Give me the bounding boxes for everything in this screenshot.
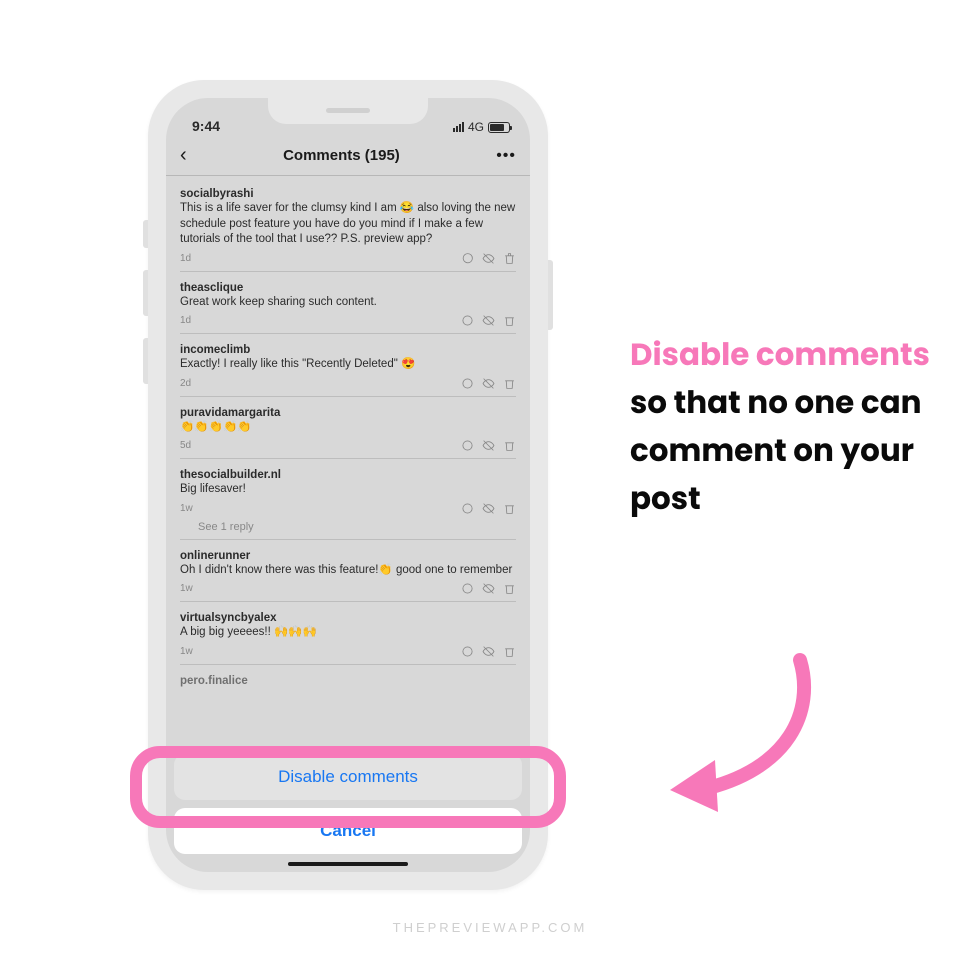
home-indicator <box>288 862 408 866</box>
comment-username[interactable]: incomeclimb <box>180 344 516 356</box>
comment-list: socialbyrashi This is a life saver for t… <box>166 176 530 691</box>
trash-icon[interactable] <box>503 439 516 452</box>
hide-icon[interactable] <box>482 377 495 390</box>
hide-icon[interactable] <box>482 645 495 658</box>
reply-icon[interactable] <box>461 377 474 390</box>
callout-pink: Disable comments <box>630 332 930 376</box>
reply-icon[interactable] <box>461 439 474 452</box>
comment-text: A big big yeeees!! 🙌🙌🙌 <box>180 625 516 641</box>
hide-icon[interactable] <box>482 252 495 265</box>
comment-username[interactable]: virtualsyncbyalex <box>180 612 516 624</box>
comment-item: theasclique Great work keep sharing such… <box>180 276 516 339</box>
reply-icon[interactable] <box>461 314 474 327</box>
watermark: THEPREVIEWAPP.COM <box>0 920 980 935</box>
comment-username[interactable]: socialbyrashi <box>180 188 516 200</box>
comment-time: 1w <box>180 646 193 657</box>
phone-mockup: 9:44 4G ‹ Comments (195) ••• socialbyras… <box>148 80 548 890</box>
back-icon[interactable]: ‹ <box>180 144 187 167</box>
callout-rest: so that no one can comment on your post <box>630 380 922 520</box>
comment-item: puravidamargarita 👏👏👏👏👏 5d <box>180 401 516 464</box>
comment-time: 5d <box>180 440 191 451</box>
comment-text: Oh I didn't know there was this feature!… <box>180 563 516 579</box>
reply-icon[interactable] <box>461 645 474 658</box>
cancel-button[interactable]: Cancel <box>174 808 522 854</box>
phone-power-button <box>548 260 553 330</box>
comment-username[interactable]: pero.finalice <box>180 675 516 687</box>
comment-item: virtualsyncbyalex A big big yeeees!! 🙌🙌🙌… <box>180 606 516 669</box>
comment-text: Great work keep sharing such content. <box>180 295 516 311</box>
comment-text: Exactly! I really like this "Recently De… <box>180 357 516 373</box>
comment-item: socialbyrashi This is a life saver for t… <box>180 182 516 276</box>
phone-notch <box>268 98 428 124</box>
action-sheet: Disable comments Cancel <box>166 754 530 872</box>
page-title: Comments (195) <box>283 147 400 164</box>
comment-time: 2d <box>180 378 191 389</box>
hide-icon[interactable] <box>482 582 495 595</box>
trash-icon[interactable] <box>503 645 516 658</box>
battery-icon <box>488 122 510 133</box>
comment-username[interactable]: theasclique <box>180 282 516 294</box>
phone-screen: 9:44 4G ‹ Comments (195) ••• socialbyras… <box>166 98 530 872</box>
reply-icon[interactable] <box>461 252 474 265</box>
hide-icon[interactable] <box>482 314 495 327</box>
trash-icon[interactable] <box>503 377 516 390</box>
comment-text: This is a life saver for the clumsy kind… <box>180 201 516 248</box>
comment-username[interactable]: onlinerunner <box>180 550 516 562</box>
comment-item: onlinerunner Oh I didn't know there was … <box>180 544 516 607</box>
hide-icon[interactable] <box>482 439 495 452</box>
phone-side-buttons <box>143 220 148 406</box>
comment-time: 1d <box>180 315 191 326</box>
reply-icon[interactable] <box>461 582 474 595</box>
comment-item: incomeclimb Exactly! I really like this … <box>180 338 516 401</box>
comment-time: 1w <box>180 583 193 594</box>
more-icon[interactable]: ••• <box>496 147 516 165</box>
comment-text: 👏👏👏👏👏 <box>180 420 516 436</box>
trash-icon[interactable] <box>503 582 516 595</box>
status-network: 4G <box>468 120 484 134</box>
trash-icon[interactable] <box>503 502 516 515</box>
hide-icon[interactable] <box>482 502 495 515</box>
comment-text: Big lifesaver! <box>180 482 516 498</box>
comment-time: 1d <box>180 253 191 264</box>
comment-username[interactable]: puravidamargarita <box>180 407 516 419</box>
see-reply-link[interactable]: See 1 reply <box>198 521 516 533</box>
comment-username[interactable]: thesocialbuilder.nl <box>180 469 516 481</box>
status-time: 9:44 <box>192 118 220 134</box>
comment-item: thesocialbuilder.nl Big lifesaver! 1w Se… <box>180 463 516 544</box>
trash-icon[interactable] <box>503 252 516 265</box>
arrow-icon <box>640 640 840 820</box>
reply-icon[interactable] <box>461 502 474 515</box>
nav-bar: ‹ Comments (195) ••• <box>166 136 530 176</box>
annotation-callout: Disable comments so that no one can comm… <box>630 330 940 522</box>
disable-comments-button[interactable]: Disable comments <box>174 754 522 800</box>
comment-item: pero.finalice <box>180 669 516 691</box>
comment-time: 1w <box>180 503 193 514</box>
trash-icon[interactable] <box>503 314 516 327</box>
signal-icon <box>453 122 464 132</box>
